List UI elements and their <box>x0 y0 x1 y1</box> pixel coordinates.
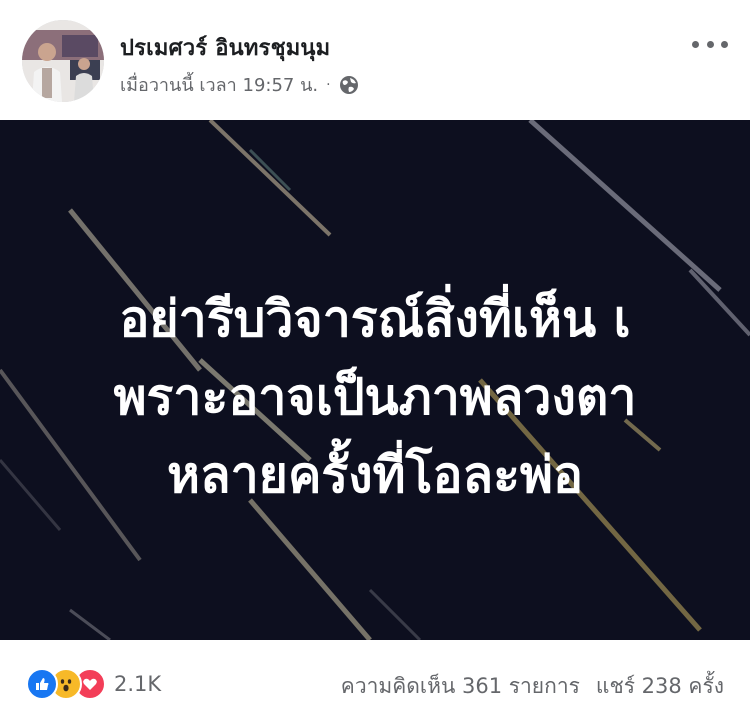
dot <box>692 40 699 48</box>
post-header: ปรเมศวร์ อินทรชุมนุม เมื่อวานนี้ เวลา 19… <box>0 0 750 120</box>
more-options-icon[interactable] <box>692 36 728 52</box>
reaction-count[interactable]: 2.1K <box>114 672 161 696</box>
post-meta: เมื่อวานนี้ เวลา 19:57 น. · <box>120 70 359 99</box>
meta-separator: · <box>326 76 331 93</box>
globe-icon[interactable] <box>339 75 359 95</box>
shares-count[interactable]: แชร์ 238 ครั้ง <box>596 670 724 703</box>
quote-text: อย่ารีบวิจารณ์สิ่งที่เห็น เ พราะอาจเป็นภ… <box>0 280 750 514</box>
quote-line: หลายครั้งที่โอละพ่อ <box>166 446 583 504</box>
engagement-stats: ความคิดเห็น 361 รายการ แชร์ 238 ครั้ง <box>341 670 724 703</box>
dot <box>706 40 714 48</box>
author-name[interactable]: ปรเมศวร์ อินทรชุมนุม <box>120 30 330 65</box>
comments-count[interactable]: ความคิดเห็น 361 รายการ <box>341 670 580 703</box>
post-image[interactable]: อย่ารีบวิจารณ์สิ่งที่เห็น เ พราะอาจเป็นภ… <box>0 120 750 640</box>
quote-line: อย่ารีบวิจารณ์สิ่งที่เห็น เ <box>119 290 631 348</box>
quote-line: พราะอาจเป็นภาพลวงตา <box>113 368 637 426</box>
author-avatar[interactable] <box>22 20 104 102</box>
reactions-summary[interactable]: 2.1K <box>26 668 161 700</box>
post-footer: 2.1K ความคิดเห็น 361 รายการ แชร์ 238 ครั… <box>0 640 750 717</box>
dot <box>721 40 728 48</box>
like-icon <box>26 668 58 700</box>
post-timestamp[interactable]: เมื่อวานนี้ เวลา 19:57 น. <box>120 70 318 99</box>
